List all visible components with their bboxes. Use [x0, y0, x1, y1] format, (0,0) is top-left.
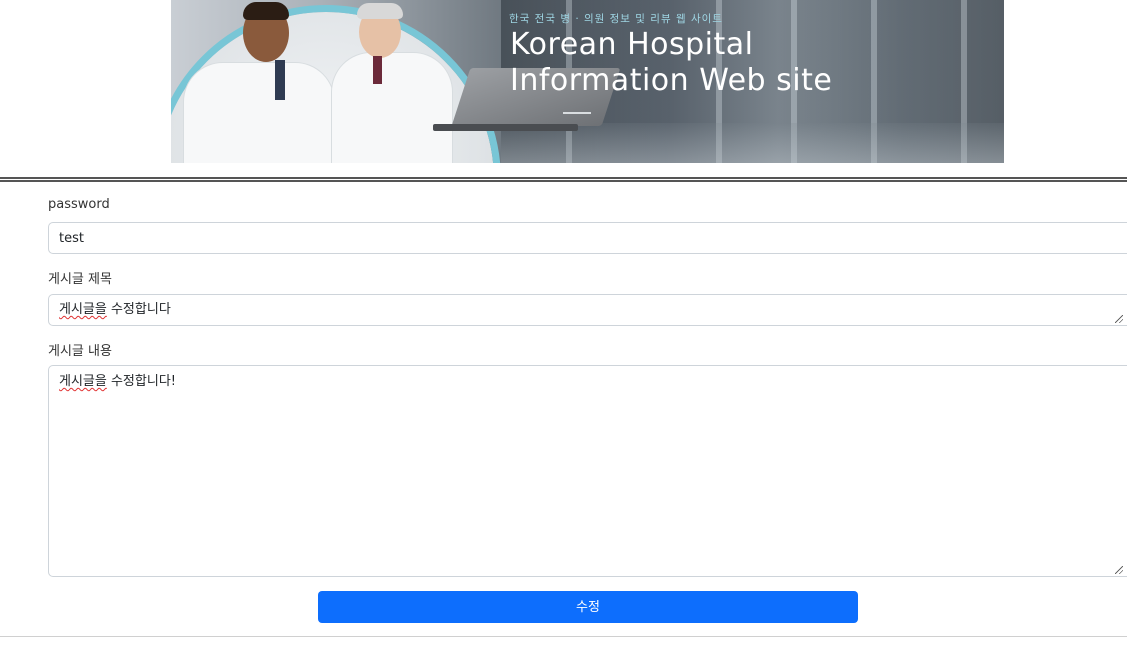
spellcheck-word: 게시글을 — [59, 374, 107, 389]
header-banner: 한국 전국 병 · 의원 정보 및 리뷰 웹 사이트 Korean Hospit… — [171, 0, 1004, 163]
banner-title-line2: Information Web site — [510, 63, 833, 98]
footer-divider — [0, 636, 1127, 637]
post-title-field[interactable]: 게시글을 수정합니다 — [48, 294, 1127, 326]
password-input[interactable] — [48, 222, 1127, 254]
banner-title-line1: Korean Hospital — [510, 27, 754, 62]
spellcheck-word: 게시글을 — [59, 302, 107, 317]
banner-tagline: 한국 전국 병 · 의원 정보 및 리뷰 웹 사이트 — [509, 13, 723, 25]
post-title-label: 게시글 제목 — [48, 272, 112, 287]
post-content-label: 게시글 내용 — [48, 344, 112, 359]
header-divider — [0, 177, 1127, 182]
post-content-textarea[interactable]: 게시글을 수정합니다! — [48, 365, 1127, 577]
post-title-text: 수정합니다 — [106, 302, 171, 317]
post-content-text: 수정합니다! — [106, 374, 176, 389]
password-label: password — [48, 197, 110, 212]
banner-dash — [563, 112, 591, 114]
edit-submit-button[interactable]: 수정 — [318, 591, 858, 623]
laptop-base — [433, 124, 578, 131]
